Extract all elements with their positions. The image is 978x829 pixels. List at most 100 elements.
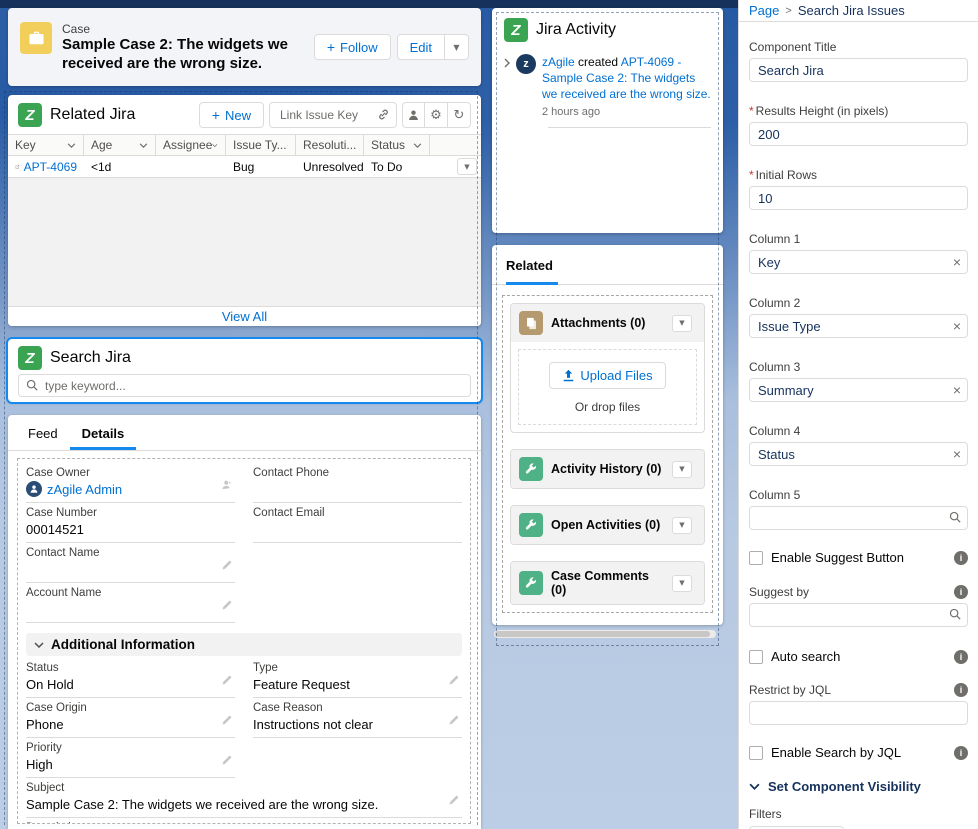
initial-rows-input[interactable] <box>749 186 968 210</box>
auto-search-label[interactable]: Auto search <box>771 649 840 664</box>
column-header-status[interactable]: Status <box>364 135 430 155</box>
horizontal-scrollbar[interactable] <box>494 630 716 638</box>
column-3-input[interactable] <box>749 378 968 402</box>
activity-history-title: Activity History (0) <box>551 462 664 476</box>
refresh-button[interactable]: ↻ <box>448 102 471 128</box>
component-title-input[interactable] <box>749 58 968 82</box>
edit-button[interactable]: Edit <box>397 34 445 60</box>
scrollbar-thumb[interactable] <box>495 631 710 637</box>
chevron-down-icon <box>287 143 288 148</box>
change-owner-icon[interactable] <box>221 478 233 496</box>
activity-history-actions-button[interactable]: ▼ <box>672 461 692 478</box>
suggest-by-input[interactable] <box>749 603 968 627</box>
info-icon[interactable]: i <box>954 585 968 599</box>
column-header-age[interactable]: Age <box>84 135 156 155</box>
field-type: Type Feature Request <box>253 658 462 698</box>
canvas-top-strip <box>0 0 738 8</box>
enable-suggest-label[interactable]: Enable Suggest Button <box>771 550 904 565</box>
tab-related[interactable]: Related <box>506 258 558 285</box>
drop-files-hint: Or drop files <box>525 400 690 414</box>
initial-rows-group: *Initial Rows <box>749 168 968 210</box>
open-activities-actions-button[interactable]: ▼ <box>672 517 692 534</box>
case-title: Sample Case 2: The widgets we received a… <box>62 36 304 74</box>
view-all-link[interactable]: View All <box>222 309 267 324</box>
plus-icon: + <box>212 108 220 122</box>
jira-keyword-search-input[interactable] <box>18 374 471 397</box>
file-dropzone[interactable]: Upload Files Or drop files <box>518 349 697 425</box>
case-comments-actions-button[interactable]: ▼ <box>672 575 692 592</box>
search-icon <box>949 511 961 523</box>
column-4-input[interactable] <box>749 442 968 466</box>
enable-suggest-checkbox[interactable] <box>749 551 763 565</box>
info-icon[interactable]: i <box>954 683 968 697</box>
edit-pencil-icon[interactable] <box>221 673 233 691</box>
clear-icon[interactable]: × <box>953 317 961 335</box>
more-actions-button[interactable]: ▼ <box>445 34 469 60</box>
record-detail-form: Case Owner zAgile Admin Contact Phone <box>17 458 471 824</box>
column-header-assignee[interactable]: Assignee <box>156 135 226 155</box>
column-header-issue-type[interactable]: Issue Ty... <box>226 135 296 155</box>
new-issue-button[interactable]: + New <box>199 102 264 128</box>
column-1-input[interactable] <box>749 250 968 274</box>
case-owner-link[interactable]: zAgile Admin <box>47 482 122 497</box>
field-spacer <box>253 738 462 778</box>
issue-status-cell: To Do <box>364 160 430 174</box>
results-height-input[interactable] <box>749 122 968 146</box>
restrict-jql-input[interactable] <box>749 701 968 725</box>
info-icon[interactable]: i <box>954 551 968 565</box>
auto-search-checkbox[interactable] <box>749 650 763 664</box>
enable-search-jql-label[interactable]: Enable Search by JQL <box>771 745 901 760</box>
issue-key-link[interactable]: APT-4069 <box>24 160 77 174</box>
info-icon[interactable]: i <box>954 650 968 664</box>
activity-verb: created <box>578 55 618 69</box>
wrench-icon <box>519 571 543 595</box>
column-2-input[interactable] <box>749 314 968 338</box>
column-5-input[interactable] <box>749 506 968 530</box>
enable-search-jql-checkbox[interactable] <box>749 746 763 760</box>
settings-button[interactable]: ⚙ <box>425 102 448 128</box>
chevron-right-icon[interactable] <box>504 58 510 68</box>
edit-pencil-icon[interactable] <box>221 598 233 616</box>
edit-pencil-icon[interactable] <box>221 753 233 771</box>
section-additional-information[interactable]: Additional Information <box>26 633 462 656</box>
clear-icon[interactable]: × <box>953 381 961 399</box>
clear-icon[interactable]: × <box>953 445 961 463</box>
external-link-icon[interactable] <box>15 161 20 172</box>
column-header-actions <box>430 135 481 155</box>
field-case-number: Case Number 00014521 <box>26 503 235 543</box>
row-actions-button[interactable]: ▼ <box>457 158 477 175</box>
upload-files-button[interactable]: Upload Files <box>549 362 665 389</box>
tab-details[interactable]: Details <box>70 426 137 450</box>
clear-icon[interactable]: × <box>953 253 961 271</box>
case-comments-title: Case Comments (0) <box>551 569 664 597</box>
assign-user-button[interactable] <box>402 102 425 128</box>
tab-feed[interactable]: Feed <box>16 426 70 450</box>
info-icon[interactable]: i <box>954 746 968 760</box>
column-5-group: Column 5 <box>749 488 968 530</box>
issue-table-row: APT-4069 <1d Bug Unresolved To Do ▼ <box>8 156 481 178</box>
set-component-visibility-toggle[interactable]: Set Component Visibility <box>749 779 968 794</box>
follow-label: Follow <box>340 40 378 55</box>
edit-pencil-icon[interactable] <box>221 558 233 576</box>
plus-icon: + <box>327 40 335 54</box>
results-height-group: *Results Height (in pixels) <box>749 104 968 146</box>
edit-pencil-icon[interactable] <box>448 673 460 691</box>
required-marker: * <box>749 104 754 118</box>
edit-pencil-icon[interactable] <box>448 793 460 811</box>
search-jira-panel[interactable]: Z Search Jira <box>8 339 481 402</box>
breadcrumb-page-link[interactable]: Page <box>749 3 779 18</box>
column-header-resolution[interactable]: Resoluti... <box>296 135 364 155</box>
issue-table-header: Key Age Assignee Issue Ty... Resoluti...… <box>8 134 481 156</box>
case-icon <box>20 22 52 54</box>
chevron-down-icon <box>139 143 148 148</box>
attachments-actions-button[interactable]: ▼ <box>672 315 692 332</box>
follow-button[interactable]: + Follow <box>314 34 391 60</box>
edit-pencil-icon[interactable] <box>448 713 460 731</box>
column-header-key[interactable]: Key <box>8 135 84 155</box>
upload-icon <box>562 369 575 382</box>
activity-actor-link[interactable]: zAgile <box>542 55 575 69</box>
user-icon <box>407 109 420 122</box>
new-label: New <box>225 108 251 123</box>
edit-pencil-icon[interactable] <box>221 713 233 731</box>
field-spacer <box>253 543 462 583</box>
